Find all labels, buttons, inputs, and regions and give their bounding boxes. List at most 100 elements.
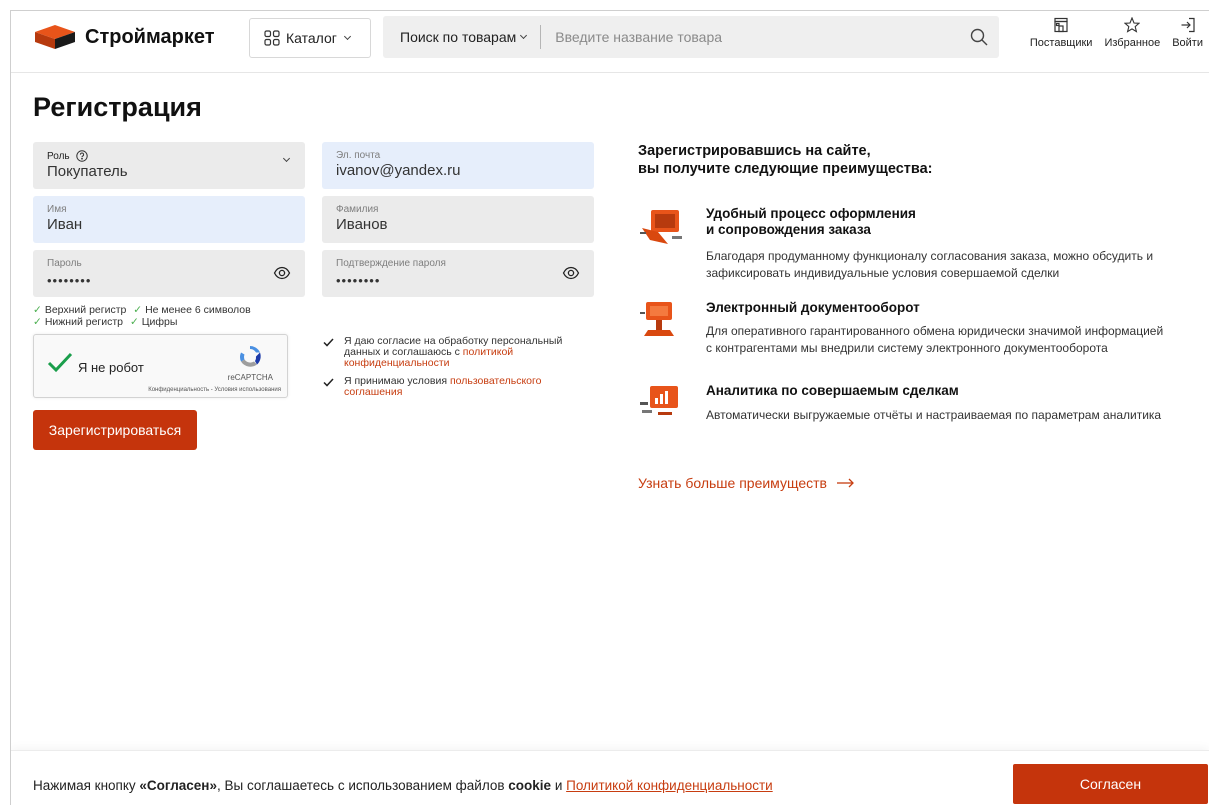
role-label: Роль <box>47 150 70 162</box>
recaptcha-widget[interactable]: Я не робот reCAPTCHA Конфиденциальность … <box>33 334 288 398</box>
consent-agreement-text: Я принимаю условия пользовательского сог… <box>344 376 583 398</box>
recaptcha-logo: reCAPTCHA <box>228 343 273 382</box>
page-frame: Строймаркет Каталог Поиск по товарам Вве… <box>10 10 1209 805</box>
analytics-icon <box>640 386 678 415</box>
benefit-title-line-1: Удобный процесс оформления <box>706 206 916 221</box>
consent-user-agreement[interactable]: Я принимаю условия пользовательского сог… <box>323 376 583 398</box>
first-name-field[interactable]: Имя Иван <box>33 196 305 243</box>
check-icon: ✓ <box>33 316 42 328</box>
star-icon <box>1124 17 1141 33</box>
checkbox-checked-icon[interactable] <box>323 338 334 347</box>
email-field[interactable]: Эл. почта ivanov@yandex.ru <box>322 142 594 189</box>
last-name-label: Фамилия <box>336 204 379 215</box>
grid-icon <box>264 30 280 46</box>
arrow-right-icon <box>836 478 854 488</box>
cookie-privacy-link[interactable]: Политикой конфиденциальности <box>566 778 773 793</box>
cookie-text: Нажимая кнопку «Согласен», Вы соглашаете… <box>33 778 773 793</box>
login-link[interactable]: Войти <box>1166 17 1209 49</box>
benefit-desc-line-2: зафиксировать индивидуальные условия сов… <box>706 266 1060 280</box>
recaptcha-icon <box>240 346 262 367</box>
benefit-desc-line-2: с контрагентами мы внедрили систему элек… <box>706 341 1108 355</box>
chevron-down-icon <box>520 31 528 39</box>
search-mode-label: Поиск по товарам <box>400 29 517 45</box>
check-icon: ✓ <box>129 316 139 328</box>
consent-personal-data[interactable]: Я даю согласие на обработку персональный… <box>323 336 583 369</box>
role-select[interactable]: Роль Покупатель <box>33 142 305 189</box>
logo-icon <box>35 25 75 49</box>
cookie-text-and: и <box>551 778 567 793</box>
header-actions: Поставщики Избранное Войти <box>1024 17 1209 49</box>
hints-row-1: ✓ Верхний регистр ✓ Не менее 6 символов <box>33 304 251 316</box>
benefit-title: Аналитика по совершаемым сделкам <box>706 383 959 399</box>
cookie-text-middle: , Вы соглашаетесь с использованием файло… <box>216 778 509 793</box>
login-label: Войти <box>1172 37 1203 49</box>
eye-icon[interactable] <box>562 264 580 282</box>
cookie-banner: Нажимая кнопку «Согласен», Вы соглашаете… <box>11 750 1209 805</box>
search-icon[interactable] <box>959 28 999 46</box>
divider <box>540 25 542 49</box>
benefits-title-line-1: Зарегистрировавшись на сайте, <box>638 143 871 159</box>
email-value: ivanov@yandex.ru <box>336 162 461 179</box>
benefit-title-line-1: Аналитика по совершаемым сделкам <box>706 383 959 398</box>
role-label-row: Роль <box>47 150 291 162</box>
more-benefits-link[interactable]: Узнать больше преимуществ <box>638 475 855 491</box>
check-icon: ✓ <box>133 304 143 316</box>
more-benefits-label: Узнать больше преимуществ <box>638 475 827 491</box>
benefit-item: Удобный процесс оформления и сопровожден… <box>638 206 1198 286</box>
login-icon <box>1181 17 1195 33</box>
recaptcha-links[interactable]: Конфиденциальность - Условия использован… <box>148 387 281 393</box>
cookie-accept-button[interactable]: Согласен <box>1013 764 1208 804</box>
hint-digits: Цифры <box>141 316 178 328</box>
first-name-label: Имя <box>47 204 67 215</box>
help-icon[interactable] <box>75 150 88 162</box>
store-icon <box>1054 17 1068 33</box>
cookie-text-before: Нажимая кнопку <box>33 778 140 793</box>
hint-lower: Нижний регистр <box>44 316 124 328</box>
benefit-item: Аналитика по совершаемым сделкам Автомат… <box>638 382 1198 432</box>
password-confirm-value: •••••••• <box>336 273 381 288</box>
search-bar: Поиск по товарам <box>383 16 999 58</box>
password-confirm-label: Подтверждение пароля <box>336 258 446 269</box>
hint-min-len: Не менее 6 символов <box>145 304 251 316</box>
logo[interactable]: Строймаркет <box>33 24 215 50</box>
password-field[interactable]: Пароль •••••••• <box>33 250 305 297</box>
site-header: Строймаркет Каталог Поиск по товарам Вве… <box>11 11 1209 73</box>
password-label: Пароль <box>47 258 82 269</box>
consent-personal-label: Я даю согласие на обработку персональный… <box>344 335 563 358</box>
search-input[interactable] <box>555 29 959 45</box>
catalog-label: Каталог <box>286 30 337 46</box>
checkbox-checked-icon[interactable] <box>323 378 334 387</box>
check-icon: ✓ <box>33 304 42 316</box>
password-confirm-field[interactable]: Подтверждение пароля •••••••• <box>322 250 594 297</box>
email-label: Эл. почта <box>336 150 381 161</box>
hints-row-2: ✓ Нижний регистр ✓ Цифры <box>33 316 251 328</box>
benefits-title-line-2: вы получите следующие преимущества: <box>638 161 933 177</box>
page-title: Регистрация <box>33 92 202 122</box>
suppliers-label: Поставщики <box>1029 37 1093 49</box>
benefit-title: Удобный процесс оформления и сопровожден… <box>706 206 916 238</box>
favorites-link[interactable]: Избранное <box>1098 17 1166 49</box>
password-hints: ✓ Верхний регистр ✓ Не менее 6 символов ✓ Н… <box>33 304 251 328</box>
benefit-item: Электронный документооборот Для оператив… <box>638 300 1198 370</box>
checkmark-icon[interactable] <box>47 351 73 373</box>
role-value: Покупатель <box>47 163 128 180</box>
benefit-desc: Автоматически выгружаемые отчёты и настр… <box>706 407 1196 424</box>
hint-upper: Верхний регистр <box>44 304 127 316</box>
benefit-title-line-2: и сопровождения заказа <box>706 222 871 237</box>
recaptcha-brand: reCAPTCHA <box>227 373 273 382</box>
catalog-button[interactable]: Каталог <box>249 18 371 58</box>
benefit-desc-line-1: Благодаря продуманному функционалу согла… <box>706 249 1154 263</box>
chevron-down-icon <box>343 32 351 40</box>
eye-icon[interactable] <box>273 264 291 282</box>
search-mode-select[interactable]: Поиск по товарам <box>383 16 528 58</box>
first-name-value: Иван <box>47 216 83 233</box>
suppliers-link[interactable]: Поставщики <box>1024 17 1099 49</box>
benefit-desc: Благодаря продуманному функционалу согла… <box>706 248 1196 282</box>
benefit-title: Электронный документооборот <box>706 300 920 316</box>
benefit-title-line-1: Электронный документооборот <box>706 300 920 315</box>
documents-icon <box>640 302 674 336</box>
register-button[interactable]: Зарегистрироваться <box>33 410 197 450</box>
last-name-field[interactable]: Фамилия Иванов <box>322 196 594 243</box>
benefit-desc-line-1: Для оперативного гарантированного обмена… <box>706 324 1164 338</box>
benefit-desc-line-1: Автоматически выгружаемые отчёты и настр… <box>706 408 1162 422</box>
